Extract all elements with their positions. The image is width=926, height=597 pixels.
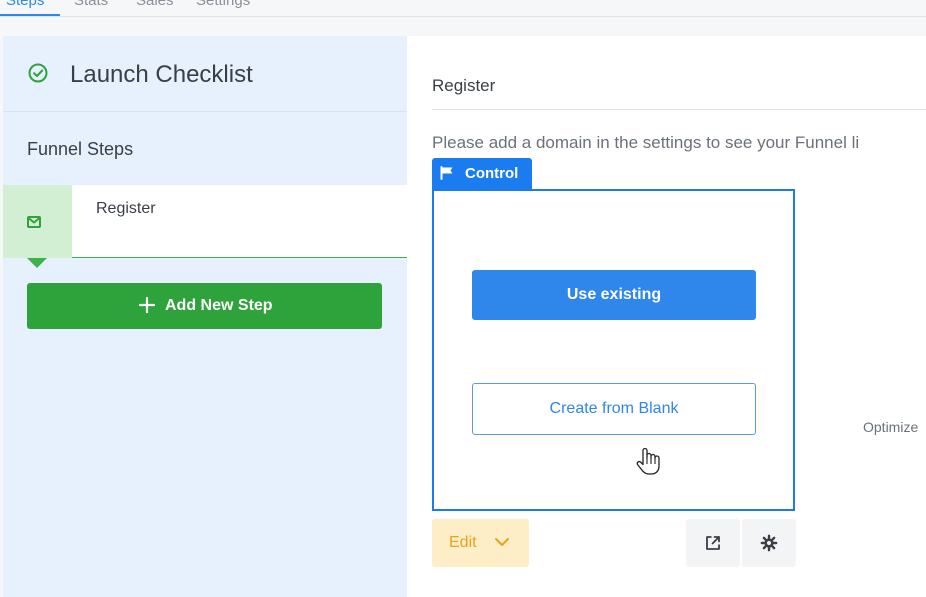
- check-circle-icon: [28, 63, 48, 83]
- tab-sales[interactable]: Sales: [136, 0, 174, 9]
- funnel-steps-label: Funnel Steps: [27, 139, 134, 159]
- active-tab-indicator: [0, 14, 60, 16]
- use-existing-button[interactable]: Use existing: [472, 270, 756, 320]
- add-new-step-label: Add New Step: [165, 297, 273, 314]
- control-tag: Control: [432, 158, 532, 189]
- step-name: Register: [96, 200, 156, 217]
- tab-settings[interactable]: Settings: [196, 0, 250, 9]
- external-link-icon: [706, 536, 720, 550]
- add-new-step-button[interactable]: Add New Step: [27, 283, 382, 329]
- edit-label: Edit: [449, 534, 477, 551]
- tab-steps[interactable]: Steps: [6, 0, 44, 9]
- page-title: Register: [432, 76, 496, 95]
- step-icon-box: [3, 185, 72, 268]
- selected-step-pointer: [27, 258, 47, 268]
- control-variant-card: Use existing Create from Blank: [432, 189, 795, 511]
- sidebar: Launch Checklist Funnel Steps Register A…: [3, 36, 407, 597]
- mail-icon: [27, 216, 41, 228]
- domain-notice: Please add a domain in the settings to s…: [432, 133, 860, 152]
- sidebar-title: Launch Checklist: [70, 61, 253, 88]
- funnel-step-register[interactable]: Register: [3, 185, 407, 268]
- chevron-down-icon: [495, 538, 509, 546]
- launch-checklist-header[interactable]: Launch Checklist: [3, 36, 407, 112]
- main-panel: Register Please add a domain in the sett…: [407, 36, 926, 597]
- create-from-blank-button[interactable]: Create from Blank: [472, 383, 756, 435]
- open-in-new-tab-button[interactable]: [686, 519, 740, 567]
- title-divider: [432, 109, 926, 110]
- optimize-label: Optimize: [863, 419, 919, 435]
- top-tabs: Steps Stats Sales Settings: [0, 0, 926, 17]
- gear-icon: [760, 534, 778, 552]
- control-label: Control: [465, 165, 519, 182]
- plus-icon: [138, 296, 156, 314]
- tab-stats[interactable]: Stats: [74, 0, 108, 9]
- edit-dropdown-button[interactable]: Edit: [432, 519, 529, 567]
- step-settings-button[interactable]: [742, 519, 796, 567]
- hand-cursor-icon: [636, 447, 660, 475]
- flag-icon: [440, 166, 453, 180]
